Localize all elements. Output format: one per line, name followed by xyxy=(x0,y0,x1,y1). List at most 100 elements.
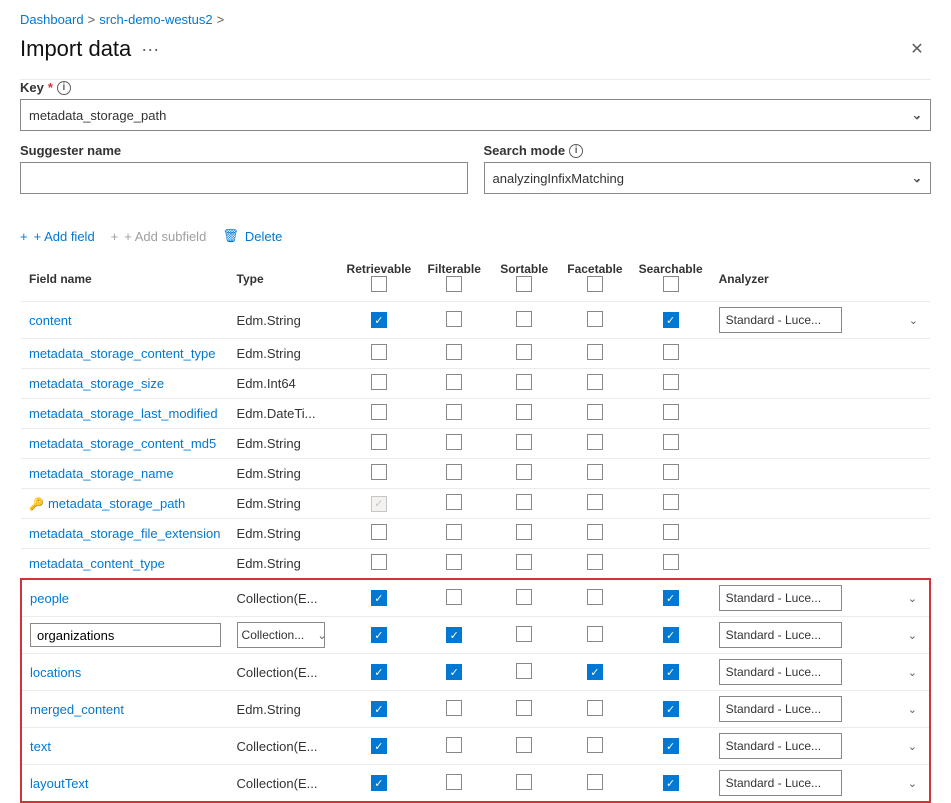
retrievable-checkbox[interactable] xyxy=(371,434,387,450)
searchable-header-checkbox[interactable] xyxy=(663,276,679,292)
retrievable-checkbox[interactable] xyxy=(371,374,387,390)
retrievable-checkbox[interactable]: ✓ xyxy=(371,738,387,754)
retrievable-checkbox[interactable]: ✓ xyxy=(371,590,387,606)
sortable-checkbox[interactable] xyxy=(516,737,532,753)
field-name-link[interactable]: merged_content xyxy=(30,702,124,717)
filterable-checkbox[interactable] xyxy=(446,344,462,360)
field-name-link[interactable]: metadata_storage_file_extension xyxy=(29,526,221,541)
searchable-checkbox[interactable] xyxy=(663,344,679,360)
close-button[interactable]: ✕ xyxy=(903,35,931,63)
suggester-input[interactable] xyxy=(20,162,468,194)
analyzer-select[interactable]: Standard - Luce... xyxy=(719,733,842,759)
filterable-checkbox[interactable] xyxy=(446,464,462,480)
sortable-checkbox[interactable] xyxy=(516,554,532,570)
searchable-checkbox[interactable]: ✓ xyxy=(663,590,679,606)
searchable-checkbox[interactable]: ✓ xyxy=(663,775,679,791)
analyzer-select[interactable]: Standard - Luce... xyxy=(719,585,842,611)
searchable-checkbox[interactable] xyxy=(663,434,679,450)
field-name-link[interactable]: metadata_storage_content_md5 xyxy=(29,436,216,451)
filterable-header-checkbox[interactable] xyxy=(446,276,462,292)
searchable-checkbox[interactable] xyxy=(663,404,679,420)
key-select[interactable]: metadata_storage_path ⌄ xyxy=(20,99,931,131)
field-name-link[interactable]: metadata_storage_last_modified xyxy=(29,406,218,421)
filterable-checkbox[interactable] xyxy=(446,311,462,327)
facetable-checkbox[interactable] xyxy=(587,374,603,390)
search-mode-info-icon[interactable]: i xyxy=(569,144,583,158)
key-info-icon[interactable]: i xyxy=(57,81,71,95)
sortable-checkbox[interactable] xyxy=(516,524,532,540)
field-name-link[interactable]: layoutText xyxy=(30,776,89,791)
sortable-checkbox[interactable] xyxy=(516,774,532,790)
facetable-checkbox[interactable] xyxy=(587,626,603,642)
facetable-checkbox[interactable] xyxy=(587,311,603,327)
retrievable-checkbox[interactable]: ✓ xyxy=(371,496,387,512)
field-name-link[interactable]: metadata_storage_size xyxy=(29,376,164,391)
sortable-header-checkbox[interactable] xyxy=(516,276,532,292)
facetable-checkbox[interactable] xyxy=(587,404,603,420)
searchable-checkbox[interactable] xyxy=(663,554,679,570)
retrievable-checkbox[interactable] xyxy=(371,404,387,420)
filterable-checkbox[interactable]: ✓ xyxy=(446,627,462,643)
sortable-checkbox[interactable] xyxy=(516,344,532,360)
facetable-checkbox[interactable] xyxy=(587,524,603,540)
field-name-link[interactable]: locations xyxy=(30,665,81,680)
analyzer-select[interactable]: Standard - Luce... xyxy=(719,659,842,685)
filterable-checkbox[interactable] xyxy=(446,374,462,390)
searchable-checkbox[interactable]: ✓ xyxy=(663,664,679,680)
sortable-checkbox[interactable] xyxy=(516,374,532,390)
retrievable-checkbox[interactable] xyxy=(371,464,387,480)
retrievable-checkbox[interactable] xyxy=(371,344,387,360)
filterable-checkbox[interactable] xyxy=(446,434,462,450)
retrievable-checkbox[interactable] xyxy=(371,524,387,540)
retrievable-checkbox[interactable]: ✓ xyxy=(371,775,387,791)
searchable-checkbox[interactable] xyxy=(663,524,679,540)
sortable-checkbox[interactable] xyxy=(516,464,532,480)
type-select[interactable]: Collection... xyxy=(237,622,326,648)
searchable-checkbox[interactable]: ✓ xyxy=(663,738,679,754)
filterable-checkbox[interactable] xyxy=(446,404,462,420)
facetable-checkbox[interactable] xyxy=(587,737,603,753)
searchable-checkbox[interactable]: ✓ xyxy=(663,701,679,717)
search-mode-select[interactable]: analyzingInfixMatching ⌄ xyxy=(484,162,932,194)
sortable-checkbox[interactable] xyxy=(516,404,532,420)
facetable-checkbox[interactable] xyxy=(587,434,603,450)
filterable-checkbox[interactable] xyxy=(446,554,462,570)
facetable-checkbox[interactable] xyxy=(587,554,603,570)
field-name-link[interactable]: people xyxy=(30,591,69,606)
searchable-checkbox[interactable] xyxy=(663,374,679,390)
sortable-checkbox[interactable] xyxy=(516,589,532,605)
breadcrumb-dashboard[interactable]: Dashboard xyxy=(20,12,84,27)
facetable-checkbox[interactable] xyxy=(587,494,603,510)
analyzer-select[interactable]: Standard - Luce... xyxy=(719,307,842,333)
add-field-button[interactable]: + + Add field xyxy=(20,225,95,248)
field-name-link[interactable]: content xyxy=(29,313,72,328)
retrievable-checkbox[interactable]: ✓ xyxy=(371,701,387,717)
filterable-checkbox[interactable] xyxy=(446,737,462,753)
facetable-header-checkbox[interactable] xyxy=(587,276,603,292)
searchable-checkbox[interactable]: ✓ xyxy=(663,312,679,328)
retrievable-checkbox[interactable]: ✓ xyxy=(371,664,387,680)
retrievable-checkbox[interactable] xyxy=(371,554,387,570)
delete-button[interactable]: 🗑 Delete xyxy=(222,224,282,248)
facetable-checkbox[interactable] xyxy=(587,700,603,716)
analyzer-select[interactable]: Standard - Luce... xyxy=(719,696,842,722)
searchable-checkbox[interactable] xyxy=(663,494,679,510)
analyzer-select[interactable]: Standard - Luce... xyxy=(719,770,842,796)
analyzer-select[interactable]: Standard - Luce... xyxy=(719,622,842,648)
facetable-checkbox[interactable] xyxy=(587,774,603,790)
sortable-checkbox[interactable] xyxy=(516,700,532,716)
retrievable-checkbox[interactable]: ✓ xyxy=(371,627,387,643)
facetable-checkbox[interactable]: ✓ xyxy=(587,664,603,680)
filterable-checkbox[interactable] xyxy=(446,589,462,605)
facetable-checkbox[interactable] xyxy=(587,464,603,480)
facetable-checkbox[interactable] xyxy=(587,589,603,605)
sortable-checkbox[interactable] xyxy=(516,434,532,450)
searchable-checkbox[interactable] xyxy=(663,464,679,480)
filterable-checkbox[interactable] xyxy=(446,494,462,510)
filterable-checkbox[interactable] xyxy=(446,700,462,716)
field-name-link[interactable]: metadata_storage_name xyxy=(29,466,174,481)
breadcrumb-service[interactable]: srch-demo-westus2 xyxy=(99,12,212,27)
retrievable-header-checkbox[interactable] xyxy=(371,276,387,292)
searchable-checkbox[interactable]: ✓ xyxy=(663,627,679,643)
sortable-checkbox[interactable] xyxy=(516,494,532,510)
